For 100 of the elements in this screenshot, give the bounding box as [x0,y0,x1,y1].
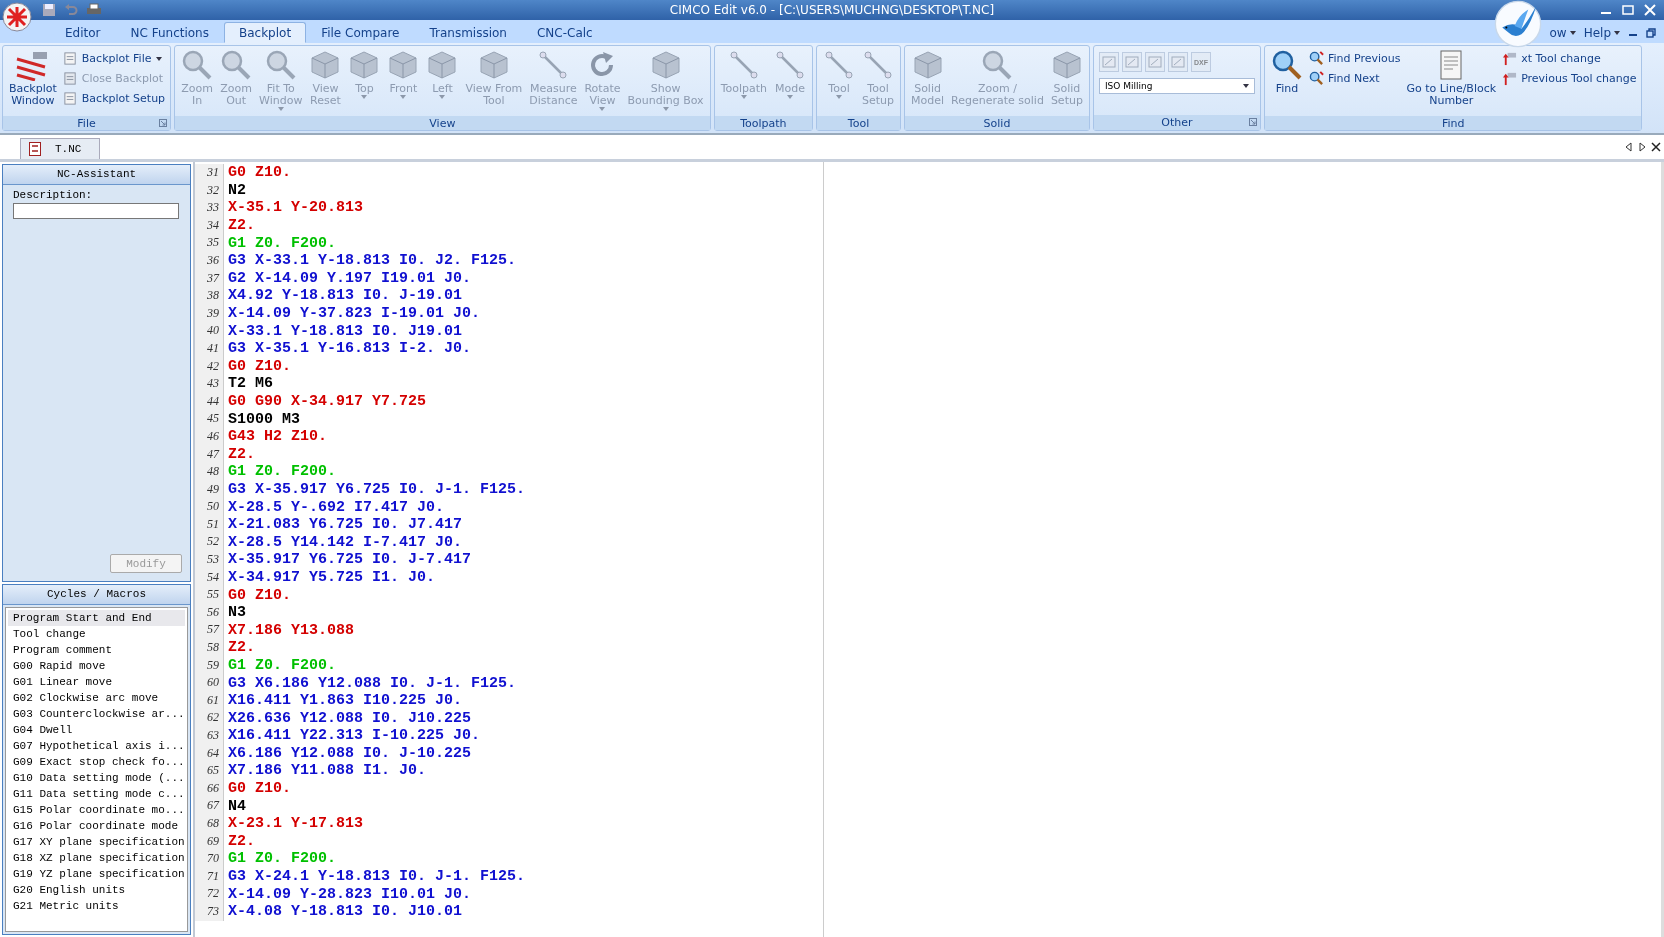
view-icon [1101,55,1116,69]
cycle-item[interactable]: Tool change [8,626,185,642]
code-line: S1000 M3 [228,410,300,428]
ribbon-tab[interactable]: CNC-Calc [522,22,608,43]
description-field[interactable] [13,203,179,219]
menu-button[interactable]: ow [1549,25,1576,40]
magnifier-icon [1308,51,1324,66]
cycle-item[interactable]: G16 Polar coordinate mode [8,818,185,834]
code-line: G3 X-35.1 Y-16.813 I-2. J0. [228,340,472,358]
line-number: 50 [195,498,224,516]
cube-icon [649,49,682,81]
code-line: X-21.083 Y6.725 I0. J7.417 [228,516,463,534]
line-tool-icon [727,49,760,81]
cycle-item[interactable]: G03 Counterclockwise ar... [8,706,185,722]
group-label: Solid [983,116,1011,130]
cycle-item[interactable]: G10 Data setting mode (... [8,770,185,786]
cycle-item[interactable]: G02 Clockwise arc move [8,690,185,706]
cube-icon [426,49,459,81]
code-line: X-28.5 Y-.692 I7.417 J0. [228,498,445,516]
restore-icon[interactable] [1646,27,1656,38]
line-number: 52 [195,533,224,552]
caret-icon [400,95,407,99]
group-label: Other [1161,116,1193,129]
window-title: CIMCO Edit v6.0 - [C:\USERS\MUCHNG\DESKTOP\T.NC] [669,3,995,17]
magnifier-icon [220,49,253,81]
cycle-item[interactable]: G09 Exact stop check fo... [8,754,185,770]
code-line: X-4.08 Y-18.813 I0. J10.01 [228,903,463,921]
ribbon-button[interactable]: xt Tool change [1500,50,1639,67]
dialog-launcher-icon[interactable] [159,119,168,127]
code-line: X6.186 Y12.088 I0. J-10.225 [228,744,472,762]
document-icon [62,71,78,86]
code-line: G43 H2 Z10. [228,428,328,446]
code-line: G0 Z10. [228,586,291,604]
cycle-item[interactable]: G15 Polar coordinate mo... [8,802,185,818]
code-line: X16.411 Y1.863 I10.225 J0. [228,692,463,710]
ribbon-button[interactable]: Find [1267,48,1306,116]
caret-icon [662,107,669,111]
code-line: N2 [228,181,246,199]
ribbon-tab[interactable]: NC Functions [115,22,224,43]
scroll-right-icon[interactable] [1638,142,1646,152]
printer-icon[interactable] [86,3,102,17]
ribbon-button[interactable]: Find Previous [1306,50,1403,67]
code-line: G3 X-35.917 Y6.725 I0. J-1. F125. [228,481,526,498]
cycle-item[interactable]: G07 Hypothetical axis i... [8,738,185,754]
cycle-item[interactable]: Program Start and End [8,610,185,626]
ribbon-button[interactable]: Backplot Window [6,48,60,116]
ribbon-button[interactable]: Backplot Setup [60,90,168,107]
cycle-item[interactable]: G21 Metric units [8,898,185,914]
line-number: 53 [195,551,224,569]
code-line: X-23.1 Y-17.813 [228,815,364,833]
caret-icon [1242,84,1249,88]
code-line: X-35.917 Y6.725 I0. J-7.417 [228,551,472,569]
close-icon[interactable] [1651,142,1661,152]
ribbon-button[interactable]: Go to Line/Block Number [1403,48,1500,116]
view-icon [1124,55,1139,69]
cycle-item[interactable]: G04 Dwell [8,722,185,738]
ribbon-tab[interactable]: Backplot [224,22,307,43]
cycle-item[interactable]: G01 Linear move [8,674,185,690]
cycle-item[interactable]: G19 YZ plane specification [8,866,185,882]
cube-icon [911,49,944,81]
code-line: N4 [228,797,246,815]
code-line: G1 Z0. F200. [228,850,337,868]
magnifier-icon [181,49,214,81]
code-line: T2 M6 [228,375,273,393]
cycle-item[interactable]: G20 English units [8,882,185,898]
menu-button[interactable]: Help [1583,25,1620,40]
code-line: G1 Z0. F200. [228,234,337,252]
save-icon[interactable] [42,3,56,17]
cycle-item[interactable]: G00 Rapid move [8,658,185,674]
line-number: 43 [195,375,224,393]
dialog-launcher-icon[interactable] [1248,118,1257,126]
magnifier-icon [981,49,1014,81]
code-line: G1 Z0. F200. [228,656,337,674]
code-line: N3 [228,604,246,622]
line-tool-icon [537,49,570,81]
document-tab[interactable]: T.NC [20,138,101,159]
ribbon-button[interactable]: Backplot File [60,50,168,67]
ribbon-button[interactable]: Previous Tool change [1500,70,1639,87]
caret-icon [155,56,162,61]
cycle-item[interactable]: G18 XZ plane specification [8,850,185,866]
cube-icon [477,49,510,81]
ribbon-tab[interactable]: Transmission [414,22,522,43]
line-tool-icon [862,49,895,81]
ribbon-tab[interactable]: File Compare [306,22,415,43]
ribbon-tab[interactable]: Editor [50,22,116,43]
line-number: 57 [195,621,224,640]
machine-type-dropdown[interactable]: ISO Milling [1098,78,1255,94]
view-icon [1170,55,1185,69]
cycle-item[interactable]: G17 XY plane specification [8,834,185,850]
ribbon-button[interactable]: Find Next [1306,70,1403,87]
magnifier-icon [1270,49,1303,81]
cycle-item[interactable]: Program comment [8,642,185,658]
cycle-item[interactable]: G11 Data setting mode c... [8,786,185,802]
caret-icon [599,107,606,111]
line-number: 72 [195,885,224,903]
caret-icon [787,95,793,99]
cube-icon [309,49,342,81]
code-line: X16.411 Y22.313 I-10.225 J0. [228,727,481,745]
scroll-left-icon[interactable] [1625,142,1633,152]
panel-title: NC-Assistant [3,165,190,185]
